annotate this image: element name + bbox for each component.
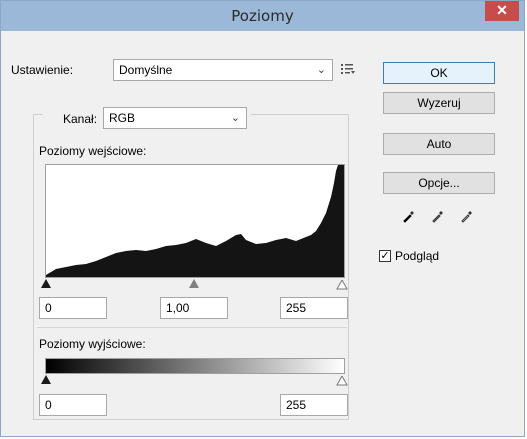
input-black-slider[interactable] xyxy=(41,279,51,288)
output-black-field[interactable]: 0 xyxy=(39,394,107,416)
output-white-slider[interactable] xyxy=(336,374,348,386)
divider xyxy=(37,327,347,328)
input-gamma-slider[interactable] xyxy=(189,279,199,288)
preview-label: Podgląd xyxy=(395,249,440,263)
input-gamma-field[interactable]: 1,00 xyxy=(160,297,228,319)
dialog-title: Poziomy xyxy=(231,7,294,25)
close-button[interactable]: ✕ xyxy=(485,1,519,21)
preset-label: Ustawienie: xyxy=(11,63,74,77)
output-gradient xyxy=(45,358,345,374)
histogram-graph xyxy=(46,165,344,277)
output-black-slider[interactable] xyxy=(41,375,51,384)
chevron-down-icon: ⌄ xyxy=(230,112,240,124)
preset-value: Domyślne xyxy=(119,63,173,77)
histogram xyxy=(45,164,345,278)
input-black-field[interactable]: 0 xyxy=(39,297,107,319)
input-levels-label: Poziomy wejściowe: xyxy=(39,144,147,158)
reset-button[interactable]: Wyzeruj xyxy=(383,92,495,114)
gray-eyedropper-icon[interactable] xyxy=(431,209,445,226)
options-button[interactable]: Opcje... xyxy=(383,172,495,194)
chevron-down-icon: ⌄ xyxy=(316,64,326,76)
auto-button[interactable]: Auto xyxy=(383,133,495,155)
preview-checkbox[interactable]: ✓ xyxy=(379,250,391,262)
input-white-field[interactable]: 255 xyxy=(280,297,348,319)
white-eyedropper-icon[interactable] xyxy=(460,209,474,226)
ok-button[interactable]: OK xyxy=(383,62,495,84)
output-levels-label: Poziomy wyjściowe: xyxy=(39,337,146,351)
title-bar[interactable]: Poziomy ✕ xyxy=(1,1,524,31)
channel-value: RGB xyxy=(109,111,136,125)
preset-dropdown[interactable]: Domyślne ⌄ xyxy=(113,59,333,81)
preset-menu-icon[interactable] xyxy=(340,62,356,76)
levels-dialog: Poziomy ✕ Ustawienie: Domyślne ⌄ Kanał: … xyxy=(0,0,525,437)
output-white-field[interactable]: 255 xyxy=(280,394,348,416)
input-white-slider[interactable] xyxy=(336,278,348,290)
close-icon: ✕ xyxy=(496,2,508,18)
channel-dropdown[interactable]: RGB ⌄ xyxy=(103,107,247,129)
black-eyedropper-icon[interactable] xyxy=(402,209,416,226)
channel-label: Kanał: xyxy=(63,112,98,126)
